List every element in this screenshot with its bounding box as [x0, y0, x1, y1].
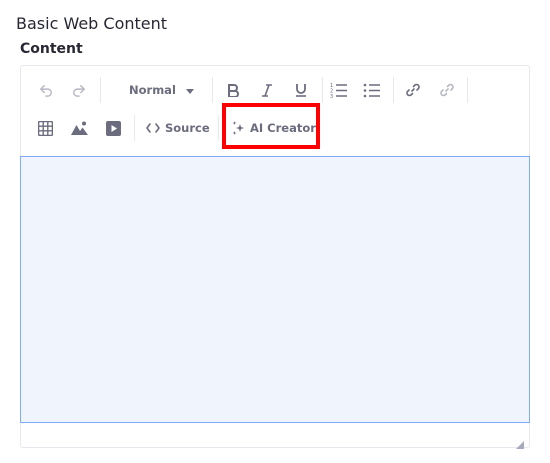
bulleted-list-button[interactable] [361, 79, 383, 101]
redo-icon [72, 83, 86, 97]
ai-creator-highlight-box [222, 103, 320, 149]
web-content-editor-page: Basic Web Content Content Normal 1 2 3 S… [0, 0, 550, 463]
rich-text-editor: Normal 1 2 3 Source AI Creator [20, 65, 530, 449]
code-icon [146, 123, 160, 133]
editor-toolbar: Normal 1 2 3 Source AI Creator [21, 66, 529, 156]
redo-button[interactable] [68, 79, 90, 101]
numbered-list-icon: 123 [330, 82, 348, 98]
insert-video-button[interactable] [102, 117, 124, 139]
link-button[interactable] [402, 79, 424, 101]
toolbar-separator [134, 115, 135, 141]
paragraph-format-value: Normal [129, 83, 176, 97]
bold-button[interactable] [222, 79, 244, 101]
unlink-button[interactable] [436, 79, 458, 101]
underline-button[interactable] [290, 79, 312, 101]
unlink-icon [439, 82, 455, 98]
bulleted-list-icon [363, 82, 381, 98]
toolbar-separator [467, 77, 468, 103]
svg-text:3: 3 [330, 94, 333, 98]
resize-grip-icon[interactable] [516, 434, 524, 449]
table-icon [37, 120, 53, 136]
source-button-label: Source [165, 121, 210, 135]
toolbar-separator [322, 77, 323, 103]
undo-icon [39, 83, 53, 97]
toolbar-separator [212, 77, 213, 103]
numbered-list-button[interactable]: 123 [328, 79, 350, 101]
editor-content-area[interactable] [20, 156, 530, 423]
insert-table-button[interactable] [34, 117, 56, 139]
video-icon [105, 120, 121, 136]
insert-image-button[interactable] [68, 117, 90, 139]
toolbar-separator [100, 77, 101, 103]
toolbar-separator [218, 115, 219, 141]
bold-icon [227, 83, 239, 97]
page-title: Basic Web Content [16, 14, 168, 33]
caret-down-icon [185, 83, 194, 97]
paragraph-format-select[interactable]: Normal [119, 79, 199, 101]
italic-icon [261, 83, 273, 97]
content-field-label: Content [20, 41, 83, 57]
toolbar-separator [393, 77, 394, 103]
source-button[interactable]: Source [146, 117, 210, 139]
underline-icon [295, 83, 307, 97]
undo-button[interactable] [35, 79, 57, 101]
italic-button[interactable] [256, 79, 278, 101]
image-icon [70, 121, 88, 135]
link-icon [405, 82, 421, 98]
